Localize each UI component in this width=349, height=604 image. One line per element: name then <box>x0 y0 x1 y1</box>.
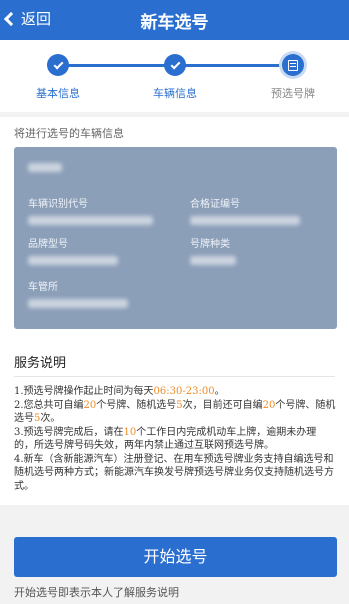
document-icon <box>282 54 304 76</box>
top-navbar: 返回 新车选号 <box>0 0 349 40</box>
step-check-icon <box>47 54 69 76</box>
rule-4: 4.新车（含新能源汽车）注册登记、在用车预选号牌业务支持自编选号和随机选号两种方… <box>14 453 334 492</box>
redacted-value <box>28 299 128 308</box>
progress-steps: 基本信息 车辆信息 预选号牌 <box>0 40 349 112</box>
plate-type-field: 号牌种类 <box>190 235 236 265</box>
plate-type-label: 号牌种类 <box>190 239 230 250</box>
service-notes: 服务说明 1.预选号牌操作起止时间为每天06:30-23:00。 2.您总共可自… <box>0 340 349 505</box>
model-field: 品牌型号 <box>28 235 118 265</box>
cert-label: 合格证编号 <box>190 199 240 210</box>
vin-field: 车辆识别代号 <box>28 195 153 225</box>
vehicle-info-card: 车辆识别代号 合格证编号 品牌型号 号牌种类 车管所 <box>14 147 337 329</box>
service-title: 服务说明 <box>14 356 67 371</box>
vehicle-info-section: 将进行选号的车辆信息 车辆识别代号 合格证编号 品牌型号 号牌种类 车管所 <box>0 117 349 349</box>
vin-label: 车辆识别代号 <box>28 199 88 210</box>
start-selection-button[interactable]: 开始选号 <box>14 537 337 577</box>
owner-field <box>28 163 62 172</box>
step-basic-info: 基本信息 <box>13 54 103 101</box>
step-vehicle-info: 车辆信息 <box>130 54 220 101</box>
rule-2: 2.您总共可自编20个号牌、随机选号5次，目前还可自编20个号牌、随机选号5次。 <box>14 399 336 425</box>
office-label: 车管所 <box>28 282 58 293</box>
service-rules: 1.预选号牌操作起止时间为每天06:30-23:00。 2.您总共可自编20个号… <box>14 385 336 493</box>
redacted-value <box>28 216 153 225</box>
rule-3: 3.预选号牌完成后，请在10个工作日内完成机动车上牌，逾期未办理的，所选号牌号码… <box>14 426 317 452</box>
footer-note: 开始选号即表示本人了解服务说明 <box>14 586 179 599</box>
redacted-value <box>28 256 118 265</box>
step-label: 预选号牌 <box>271 87 315 100</box>
step-check-icon <box>164 54 186 76</box>
cert-field: 合格证编号 <box>190 195 300 225</box>
office-field: 车管所 <box>28 278 128 308</box>
divider <box>14 376 335 377</box>
step-label: 基本信息 <box>36 87 80 100</box>
model-label: 品牌型号 <box>28 239 68 250</box>
rule-1: 1.预选号牌操作起止时间为每天06:30-23:00。 <box>14 386 225 397</box>
page-title: 新车选号 <box>140 13 209 33</box>
redacted-value <box>190 256 236 265</box>
redacted-value <box>190 216 300 225</box>
step-plate-selection: 预选号牌 <box>248 54 338 101</box>
step-label: 车辆信息 <box>153 87 197 100</box>
section-note: 将进行选号的车辆信息 <box>14 127 124 140</box>
redacted-value <box>28 163 62 172</box>
